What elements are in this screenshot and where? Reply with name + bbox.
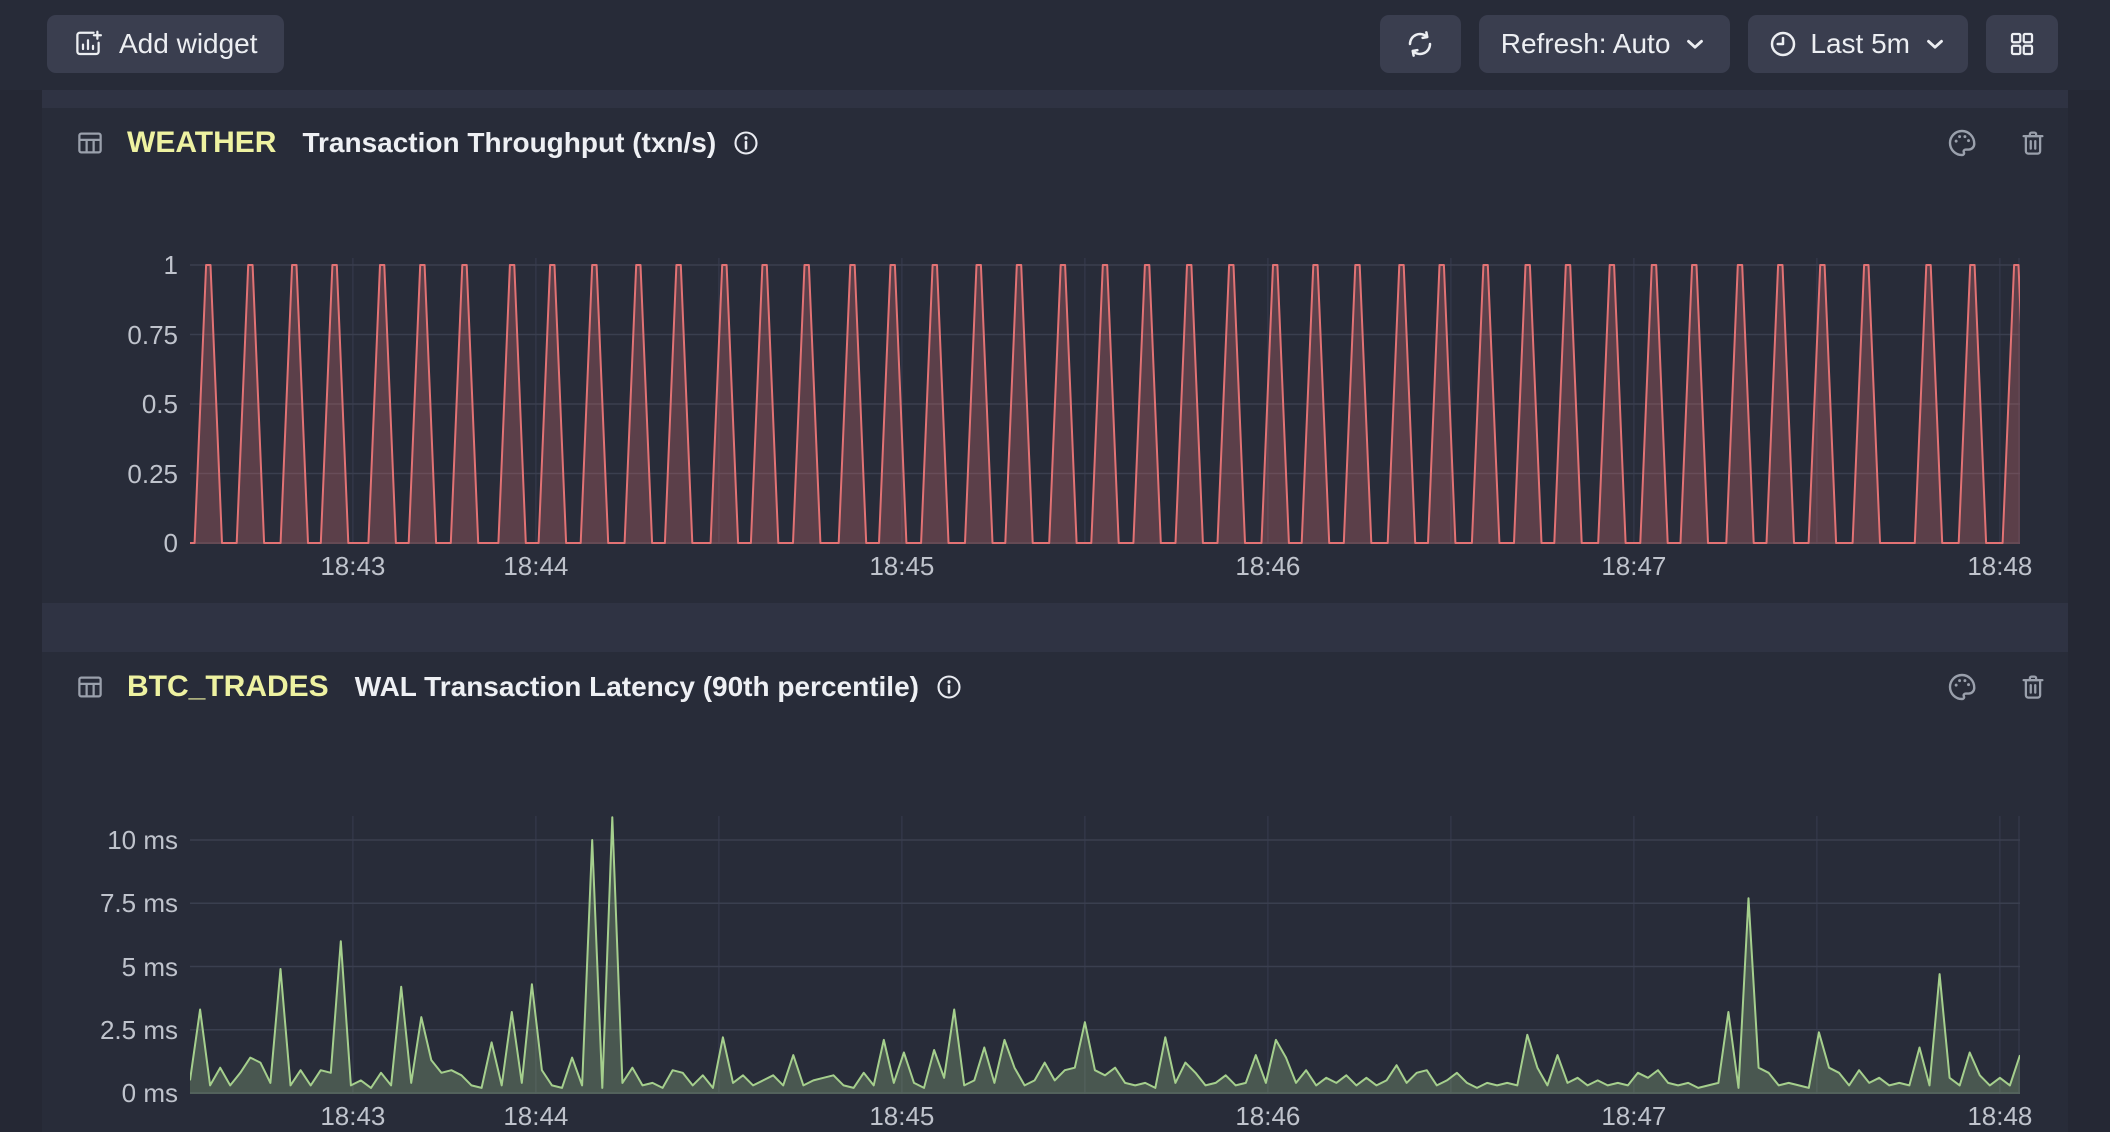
- widget-panel-weather: WEATHER Transaction Throughput (txn/s): [42, 108, 2068, 603]
- y-axis-tick-label: 10 ms: [42, 824, 178, 856]
- widget-panel-btc-trades: BTC_TRADES WAL Transaction Latency (90th…: [42, 652, 2068, 1132]
- series-area: [190, 265, 2020, 544]
- panel-title: Transaction Throughput (txn/s): [302, 127, 716, 159]
- time-range-dropdown[interactable]: Last 5m: [1748, 15, 1968, 73]
- panel-title: WAL Transaction Latency (90th percentile…: [355, 671, 919, 703]
- refresh-mode-dropdown[interactable]: Refresh: Auto: [1479, 15, 1731, 73]
- y-axis-tick-label: 0.5: [42, 388, 178, 420]
- trash-icon[interactable]: [2018, 128, 2048, 158]
- y-axis-tick-label: 7.5 ms: [42, 887, 178, 919]
- row-gap: [42, 90, 2068, 108]
- info-icon[interactable]: [935, 673, 963, 701]
- x-axis-tick-label: 18:46: [1183, 1100, 1353, 1132]
- chart-area-weather: 00.250.50.75118:4318:4418:4518:4618:4718…: [42, 172, 2068, 603]
- trash-icon[interactable]: [2018, 672, 2048, 702]
- y-axis-tick-label: 0.75: [42, 319, 178, 351]
- x-axis-tick-label: 18:46: [1183, 550, 1353, 582]
- x-axis-tick-label: 18:44: [451, 550, 621, 582]
- chevron-down-icon: [1682, 31, 1708, 57]
- x-axis-tick-label: 18:48: [1915, 550, 2085, 582]
- x-axis-tick-label: 18:47: [1549, 1100, 1719, 1132]
- y-axis-tick-label: 5 ms: [42, 951, 178, 983]
- x-axis-tick-label: 18:45: [817, 1100, 987, 1132]
- panel-header: BTC_TRADES WAL Transaction Latency (90th…: [42, 652, 2068, 716]
- panel-header: WEATHER Transaction Throughput (txn/s): [42, 108, 2068, 172]
- layout-grid-button[interactable]: [1986, 15, 2058, 73]
- panel-table-name: WEATHER: [127, 126, 276, 160]
- refresh-button[interactable]: [1380, 15, 1461, 73]
- x-axis-tick-label: 18:48: [1915, 1100, 2085, 1132]
- y-axis-tick-label: 0.25: [42, 458, 178, 490]
- refresh-mode-label: Refresh: Auto: [1501, 28, 1671, 60]
- y-axis-tick-label: 0 ms: [42, 1077, 178, 1109]
- info-icon[interactable]: [732, 129, 760, 157]
- palette-icon[interactable]: [1946, 671, 1978, 703]
- x-axis-tick-label: 18:47: [1549, 550, 1719, 582]
- x-axis-tick-label: 18:43: [268, 550, 438, 582]
- metrics-dashboard: Add widget Refresh: Auto: [0, 0, 2110, 1132]
- refresh-icon: [1405, 29, 1435, 59]
- y-axis-tick-label: 2.5 ms: [42, 1014, 178, 1046]
- y-axis-tick-label: 0: [42, 527, 178, 559]
- chart-area-btc-trades: 0 ms 2.5 ms 5 ms 7.5 ms 10 ms 18:43 18:44 18:45…: [42, 716, 2068, 1132]
- row-gap: [42, 603, 2068, 652]
- y-axis-tick-label: 1: [42, 249, 178, 281]
- x-axis-tick-label: 18:45: [817, 550, 987, 582]
- toolbar-right-group: Refresh: Auto Last 5m: [1380, 0, 2110, 73]
- grid-layout-icon: [2007, 29, 2037, 59]
- toolbar: Add widget Refresh: Auto: [0, 0, 2110, 90]
- add-widget-button[interactable]: Add widget: [47, 15, 284, 73]
- chart-canvas[interactable]: [190, 258, 2020, 544]
- x-axis-tick-label: 18:43: [268, 1100, 438, 1132]
- chart-canvas[interactable]: [190, 816, 2020, 1094]
- time-range-label: Last 5m: [1810, 28, 1910, 60]
- palette-icon[interactable]: [1946, 127, 1978, 159]
- x-axis-tick-label: 18:44: [451, 1100, 621, 1132]
- panel-table-name: BTC_TRADES: [127, 670, 329, 704]
- clock-icon: [1768, 29, 1798, 59]
- table-icon: [75, 672, 105, 702]
- table-icon: [75, 128, 105, 158]
- add-widget-label: Add widget: [119, 28, 258, 60]
- chart-plus-icon: [73, 29, 103, 59]
- chevron-down-icon: [1922, 31, 1948, 57]
